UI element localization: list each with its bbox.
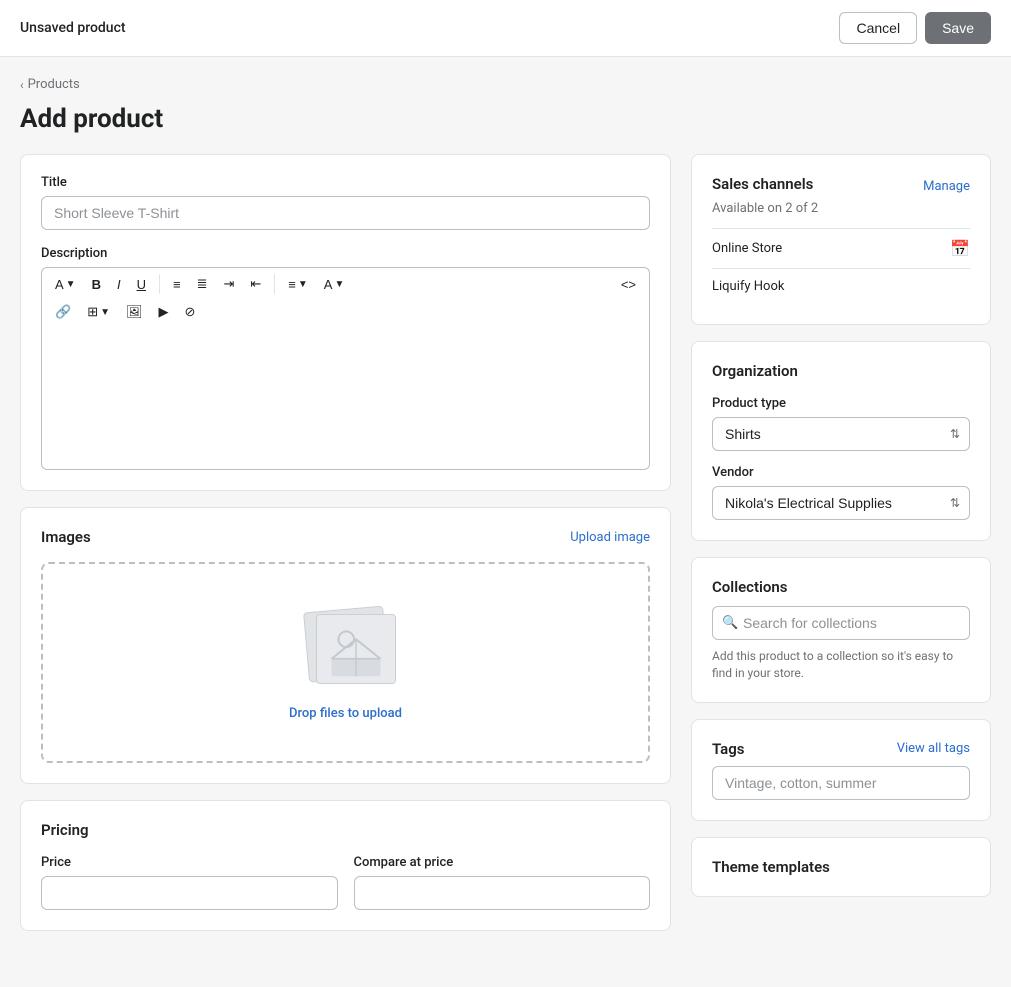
vendor-label: Vendor (712, 465, 970, 480)
unordered-list-button[interactable]: ≡ (166, 273, 188, 296)
collections-search: 🔍 (712, 606, 970, 640)
product-type-label: Product type (712, 396, 970, 411)
price-field: Price (41, 855, 338, 910)
toolbar-divider-1 (159, 274, 160, 294)
breadcrumb-label: Products (28, 77, 80, 92)
organization-card: Organization Product type Shirts ⇅ Vendo… (691, 341, 991, 541)
sales-channels-header: Sales channels Manage (712, 175, 970, 197)
image-placeholder (286, 604, 406, 694)
breadcrumb[interactable]: ‹ Products (20, 77, 991, 92)
tags-card: Tags View all tags (691, 719, 991, 821)
image-insert-button[interactable]: 🖼 (119, 300, 150, 324)
theme-templates-title: Theme templates (712, 858, 970, 876)
product-type-select[interactable]: Shirts (712, 417, 970, 451)
sales-channels-title: Sales channels (712, 175, 813, 193)
price-input[interactable] (41, 876, 338, 910)
title-input[interactable] (41, 196, 650, 230)
pricing-card: Pricing Price Compare at price (20, 800, 671, 931)
collections-search-section: 🔍 Add this product to a collection so it… (712, 606, 970, 682)
title-label: Title (41, 175, 650, 190)
code-button[interactable]: <> (614, 273, 643, 296)
page-container: ‹ Products Add product Title Description… (0, 57, 1011, 987)
sales-channels-availability: Available on 2 of 2 (712, 201, 970, 216)
toolbar-divider-2 (274, 274, 275, 294)
vendor-select-wrap: Nikola's Electrical Supplies ⇅ (712, 486, 970, 520)
collections-title: Collections (712, 578, 970, 596)
font-button[interactable]: A ▼ (48, 273, 83, 296)
product-type-section: Product type Shirts ⇅ (712, 396, 970, 451)
channel-name-online-store: Online Store (712, 241, 782, 256)
text-color-button[interactable]: A ▼ (317, 273, 352, 296)
main-column: Title Description A ▼ B I (20, 154, 671, 947)
side-column: Sales channels Manage Available on 2 of … (691, 154, 991, 913)
tags-title: Tags (712, 740, 745, 758)
description-label: Description (41, 246, 650, 261)
link-button[interactable]: 🔗 (48, 300, 78, 324)
bold-button[interactable]: B (85, 273, 108, 296)
images-card: Images Upload image (20, 507, 671, 784)
underline-button[interactable]: U (130, 273, 153, 296)
pricing-title: Pricing (41, 821, 650, 839)
align-button[interactable]: ≡ ▼ (281, 273, 315, 296)
upload-image-link[interactable]: Upload image (570, 530, 650, 545)
channel-item-online-store: Online Store 📅 (712, 228, 970, 268)
ordered-list-button[interactable]: ≣ (190, 272, 215, 296)
vendor-select[interactable]: Nikola's Electrical Supplies (712, 486, 970, 520)
compare-price-label: Compare at price (354, 855, 651, 870)
topbar-actions: Cancel Save (839, 12, 991, 44)
tags-input[interactable] (712, 766, 970, 800)
indent-button[interactable]: ⇥ (216, 272, 241, 296)
compare-price-input[interactable] (354, 876, 651, 910)
image-drop-zone[interactable]: Drop files to upload (41, 562, 650, 763)
sales-channels-card: Sales channels Manage Available on 2 of … (691, 154, 991, 325)
outdent-button[interactable]: ⇤ (243, 272, 268, 296)
search-icon: 🔍 (722, 616, 738, 631)
topbar: Unsaved product Cancel Save (0, 0, 1011, 57)
collections-card: Collections 🔍 Add this product to a coll… (691, 557, 991, 703)
cancel-button[interactable]: Cancel (839, 12, 917, 44)
product-type-select-wrap: Shirts ⇅ (712, 417, 970, 451)
tags-header: Tags View all tags (712, 740, 970, 758)
organization-title: Organization (712, 362, 970, 380)
manage-link[interactable]: Manage (923, 179, 970, 194)
images-title: Images (41, 528, 91, 546)
italic-button[interactable]: I (110, 273, 128, 296)
images-header: Images Upload image (41, 528, 650, 546)
image-card-front (316, 614, 396, 684)
save-button[interactable]: Save (925, 12, 991, 44)
video-button[interactable]: ▶ (152, 300, 176, 324)
channel-item-liquify-hook: Liquify Hook (712, 268, 970, 304)
compare-price-field: Compare at price (354, 855, 651, 910)
breadcrumb-arrow: ‹ (20, 78, 24, 92)
price-label: Price (41, 855, 338, 870)
calendar-icon[interactable]: 📅 (950, 239, 970, 258)
price-row: Price Compare at price (41, 855, 650, 910)
clear-format-button[interactable]: ⊘ (178, 300, 203, 324)
table-button[interactable]: ⊞ ▼ (80, 300, 117, 324)
vendor-section: Vendor Nikola's Electrical Supplies ⇅ (712, 465, 970, 520)
collections-search-input[interactable] (712, 606, 970, 640)
view-all-tags-link[interactable]: View all tags (897, 741, 970, 756)
channel-name-liquify-hook: Liquify Hook (712, 279, 784, 294)
description-editor[interactable] (41, 330, 650, 470)
editor-toolbar: A ▼ B I U ≡ (41, 267, 650, 330)
page-title: Add product (20, 104, 991, 134)
theme-templates-card: Theme templates (691, 837, 991, 897)
collections-hint: Add this product to a collection so it's… (712, 648, 970, 682)
drop-files-text: Drop files to upload (289, 706, 402, 721)
content-layout: Title Description A ▼ B I (20, 154, 991, 947)
topbar-title: Unsaved product (20, 20, 126, 36)
title-description-card: Title Description A ▼ B I (20, 154, 671, 491)
